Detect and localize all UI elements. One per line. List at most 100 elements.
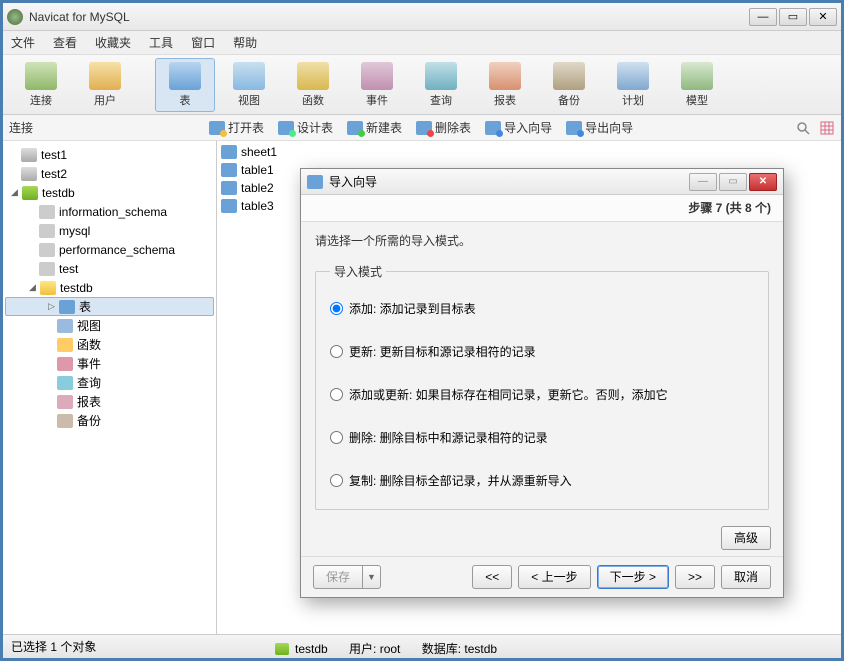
prev-button[interactable]: < 上一步 <box>518 565 590 589</box>
menu-favorites[interactable]: 收藏夹 <box>95 34 131 51</box>
dialog-prompt: 请选择一个所需的导入模式。 <box>315 232 769 249</box>
minimize-button[interactable]: — <box>749 8 777 26</box>
menu-view[interactable]: 查看 <box>53 34 77 51</box>
radio-copy-input[interactable] <box>330 474 343 487</box>
tool-user[interactable]: 用户 <box>75 58 135 112</box>
tree-schema-info[interactable]: information_schema <box>5 202 214 221</box>
table-icon <box>221 163 237 177</box>
model-icon <box>681 62 713 90</box>
cancel-button[interactable]: 取消 <box>721 565 771 589</box>
tool-connect[interactable]: 连接 <box>11 58 71 112</box>
last-button[interactable]: >> <box>675 565 715 589</box>
sub-new-table[interactable]: 新建表 <box>347 119 402 136</box>
radio-add[interactable]: 添加: 添加记录到目标表 <box>330 300 754 317</box>
radio-delete-input[interactable] <box>330 431 343 444</box>
tree-conn-test2[interactable]: test2 <box>5 164 214 183</box>
funcs-icon <box>57 338 73 352</box>
tool-backup[interactable]: 备份 <box>539 58 599 112</box>
sub-design-table[interactable]: 设计表 <box>278 119 333 136</box>
tree-schema-mysql[interactable]: mysql <box>5 221 214 240</box>
sub-open-table[interactable]: 打开表 <box>209 119 264 136</box>
expand-icon[interactable]: ▷ <box>46 301 57 312</box>
dialog-step-label: 步骤 7 (共 8 个) <box>301 195 783 221</box>
import-icon <box>307 175 323 189</box>
dialog-minimize-button[interactable]: — <box>689 173 717 191</box>
statusbar: 已选择 1 个对象 testdb 用户: root 数据库: testdb <box>3 634 841 658</box>
close-button[interactable]: ✕ <box>809 8 837 26</box>
radio-add-input[interactable] <box>330 302 343 315</box>
tool-func[interactable]: 函数 <box>283 58 343 112</box>
schedule-icon <box>617 62 649 90</box>
tree-funcs[interactable]: 函数 <box>5 335 214 354</box>
advanced-button[interactable]: 高级 <box>721 526 771 550</box>
grid-view-icon[interactable] <box>819 120 835 136</box>
schema-icon <box>39 243 55 257</box>
open-table-icon <box>209 121 225 135</box>
import-wizard-icon <box>485 121 501 135</box>
sub-delete-table[interactable]: 删除表 <box>416 119 471 136</box>
next-button[interactable]: 下一步 > <box>597 565 669 589</box>
window-title: Navicat for MySQL <box>29 10 747 24</box>
radio-delete[interactable]: 删除: 删除目标中和源记录相符的记录 <box>330 429 754 446</box>
maximize-button[interactable]: ▭ <box>779 8 807 26</box>
tree-conn-test1[interactable]: test1 <box>5 145 214 164</box>
collapse-icon[interactable]: ◢ <box>27 282 38 293</box>
radio-copy[interactable]: 复制: 删除目标全部记录，并从源重新导入 <box>330 472 754 489</box>
tree-conn-testdb[interactable]: ◢testdb <box>5 183 214 202</box>
dialog-maximize-button[interactable]: ▭ <box>719 173 747 191</box>
database-active-icon <box>22 186 38 200</box>
tool-model[interactable]: 模型 <box>667 58 727 112</box>
tree-schema-testdb[interactable]: ◢testdb <box>5 278 214 297</box>
menubar: 文件 查看 收藏夹 工具 窗口 帮助 <box>3 31 841 55</box>
save-button[interactable]: 保存 <box>313 565 363 589</box>
new-table-icon <box>347 121 363 135</box>
tree-views[interactable]: 视图 <box>5 316 214 335</box>
import-mode-legend: 导入模式 <box>330 263 386 280</box>
query-icon <box>425 62 457 90</box>
radio-update[interactable]: 更新: 更新目标和源记录相符的记录 <box>330 343 754 360</box>
menu-tools[interactable]: 工具 <box>149 34 173 51</box>
sub-import-wizard[interactable]: 导入向导 <box>485 119 552 136</box>
view-icon <box>233 62 265 90</box>
tree-schema-perf[interactable]: performance_schema <box>5 240 214 259</box>
tool-view[interactable]: 视图 <box>219 58 279 112</box>
tree-tables[interactable]: ▷表 <box>5 297 214 316</box>
collapse-icon[interactable]: ◢ <box>9 187 20 198</box>
tool-schedule[interactable]: 计划 <box>603 58 663 112</box>
sub-export-wizard[interactable]: 导出向导 <box>566 119 633 136</box>
search-icon[interactable] <box>795 120 811 136</box>
tool-event[interactable]: 事件 <box>347 58 407 112</box>
report-icon <box>489 62 521 90</box>
events-icon <box>57 357 73 371</box>
save-dropdown-button[interactable]: ▼ <box>363 565 381 589</box>
first-button[interactable]: << <box>472 565 512 589</box>
tree-queries[interactable]: 查询 <box>5 373 214 392</box>
menu-window[interactable]: 窗口 <box>191 34 215 51</box>
table-icon <box>169 62 201 90</box>
status-database: 数据库: testdb <box>422 640 497 657</box>
tool-table[interactable]: 表 <box>155 58 215 112</box>
tree-reports[interactable]: 报表 <box>5 392 214 411</box>
status-selection: 已选择 1 个对象 <box>11 638 96 655</box>
radio-add-update-input[interactable] <box>330 388 343 401</box>
menu-file[interactable]: 文件 <box>11 34 35 51</box>
dialog-close-button[interactable]: ✕ <box>749 173 777 191</box>
import-mode-group: 导入模式 添加: 添加记录到目标表 更新: 更新目标和源记录相符的记录 添加或更… <box>315 263 769 510</box>
tool-query[interactable]: 查询 <box>411 58 471 112</box>
tool-report[interactable]: 报表 <box>475 58 535 112</box>
schema-icon <box>39 262 55 276</box>
connection-tree[interactable]: test1 test2 ◢testdb information_schema m… <box>3 141 217 634</box>
tree-backups[interactable]: 备份 <box>5 411 214 430</box>
tree-schema-test[interactable]: test <box>5 259 214 278</box>
queries-icon <box>57 376 73 390</box>
delete-table-icon <box>416 121 432 135</box>
tree-events[interactable]: 事件 <box>5 354 214 373</box>
import-wizard-dialog: 导入向导 — ▭ ✕ 步骤 7 (共 8 个) 请选择一个所需的导入模式。 导入… <box>300 168 784 598</box>
database-icon <box>21 167 37 181</box>
user-icon <box>89 62 121 90</box>
list-item[interactable]: sheet1 <box>221 143 837 161</box>
radio-add-update[interactable]: 添加或更新: 如果目标存在相同记录，更新它。否则，添加它 <box>330 386 754 403</box>
menu-help[interactable]: 帮助 <box>233 34 257 51</box>
radio-update-input[interactable] <box>330 345 343 358</box>
table-icon <box>221 145 237 159</box>
